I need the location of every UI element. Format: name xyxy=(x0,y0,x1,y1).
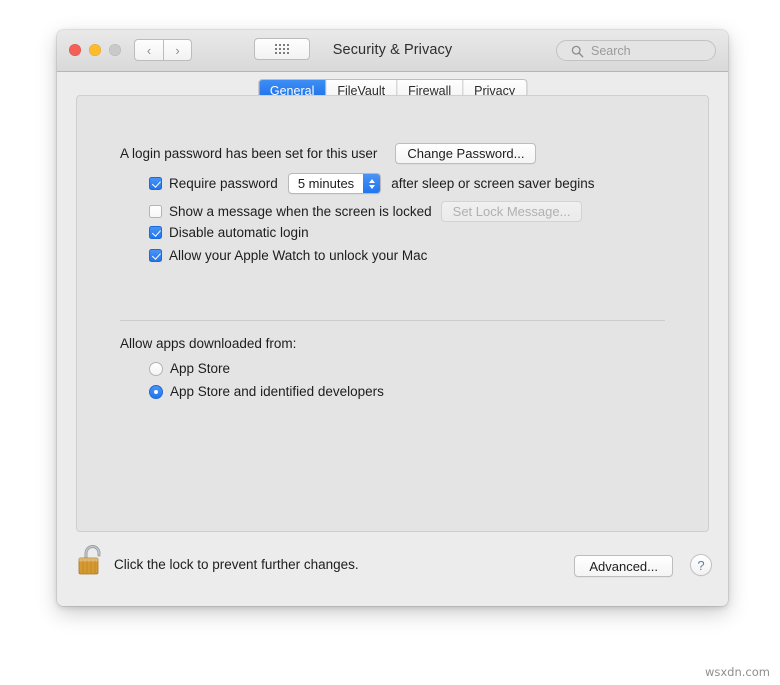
identified-developers-radio[interactable] xyxy=(149,384,163,399)
require-password-row: Require password 5 minutes after sleep o… xyxy=(149,173,595,194)
gatekeeper-heading: Allow apps downloaded from: xyxy=(120,336,297,351)
chevron-updown-icon[interactable] xyxy=(363,174,381,193)
disable-auto-login-label: Disable automatic login xyxy=(169,225,309,240)
section-divider xyxy=(120,320,665,321)
lock-message-label: Show a message when the screen is locked xyxy=(169,204,432,219)
screenshot-root: ‹ › Security & Privacy Search General Fi… xyxy=(0,0,780,685)
search-input[interactable]: Search xyxy=(556,40,716,61)
require-password-label: Require password xyxy=(169,176,278,191)
security-privacy-window: ‹ › Security & Privacy Search General Fi… xyxy=(57,30,728,606)
app-store-radio[interactable] xyxy=(149,361,163,376)
help-button[interactable]: ? xyxy=(690,554,712,576)
search-icon xyxy=(571,45,584,58)
lock-message-row: Show a message when the screen is locked… xyxy=(149,201,583,222)
app-store-label: App Store xyxy=(170,361,231,376)
require-password-interval-value: 5 minutes xyxy=(297,176,355,191)
general-settings-panel: A login password has been set for this u… xyxy=(76,95,709,532)
apple-watch-row[interactable]: Allow your Apple Watch to unlock your Ma… xyxy=(149,248,427,263)
unlocked-padlock-icon[interactable] xyxy=(76,543,106,577)
lock-hint-text: Click the lock to prevent further change… xyxy=(114,557,359,572)
lock-message-checkbox[interactable] xyxy=(149,205,162,218)
set-lock-message-button: Set Lock Message... xyxy=(440,201,583,222)
apple-watch-label: Allow your Apple Watch to unlock your Ma… xyxy=(169,248,428,263)
gatekeeper-heading-row: Allow apps downloaded from: xyxy=(120,336,296,351)
require-password-interval-popup[interactable]: 5 minutes xyxy=(287,173,382,194)
change-password-button[interactable]: Change Password... xyxy=(395,143,537,164)
disable-auto-login-row[interactable]: Disable automatic login xyxy=(149,225,309,240)
gatekeeper-option-identified-developers[interactable]: App Store and identified developers xyxy=(149,384,384,399)
watermark: wsxdn.com xyxy=(704,665,770,679)
window-titlebar: ‹ › Security & Privacy Search xyxy=(57,30,728,72)
advanced-button[interactable]: Advanced... xyxy=(574,555,673,577)
require-password-checkbox[interactable] xyxy=(149,177,162,190)
require-password-suffix: after sleep or screen saver begins xyxy=(391,176,595,191)
identified-developers-label: App Store and identified developers xyxy=(170,384,384,399)
disable-auto-login-checkbox[interactable] xyxy=(149,226,162,239)
gatekeeper-option-app-store[interactable]: App Store xyxy=(149,361,230,376)
login-password-row: A login password has been set for this u… xyxy=(120,143,537,164)
login-password-status: A login password has been set for this u… xyxy=(120,146,378,161)
apple-watch-checkbox[interactable] xyxy=(149,249,162,262)
search-placeholder: Search xyxy=(591,43,631,58)
